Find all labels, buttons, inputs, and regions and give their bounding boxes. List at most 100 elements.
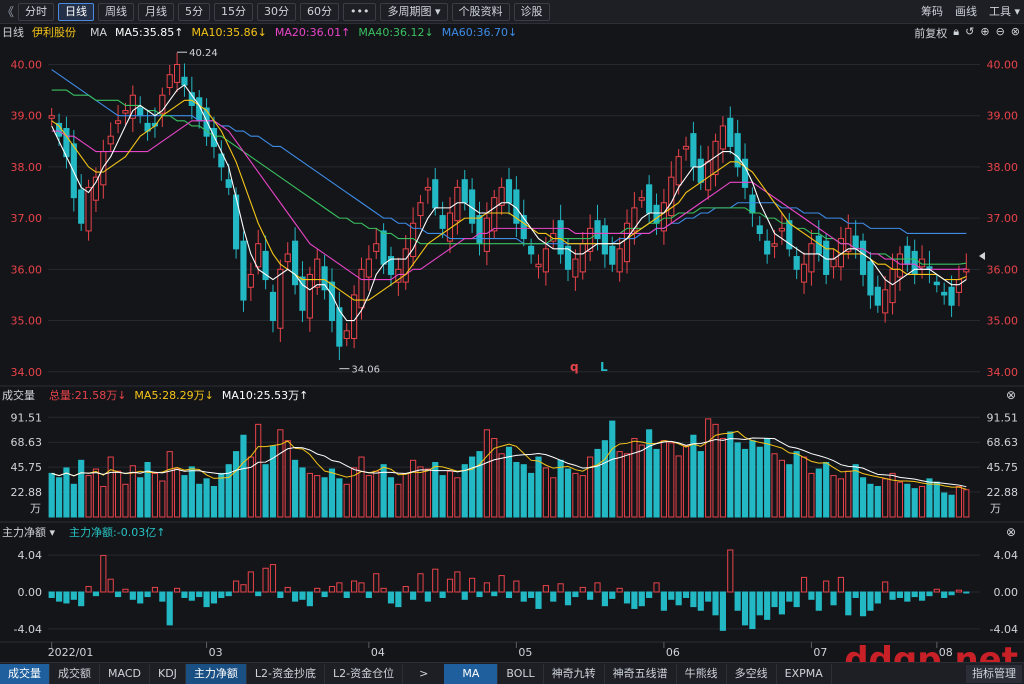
flow-bar: [129, 591, 136, 600]
volume-bar: [122, 483, 129, 518]
candle-body: [402, 248, 409, 283]
overlay-tab[interactable]: EXPMA: [777, 663, 832, 684]
volume-bar: [682, 445, 690, 518]
price-tick-left: 35.00: [11, 315, 43, 328]
candle-body: [882, 289, 889, 314]
volume-bar: [469, 456, 476, 518]
flow-close-icon[interactable]: ⊗: [1006, 525, 1016, 539]
candle-body: [373, 243, 380, 252]
price-tick-left: 34.00: [11, 366, 43, 379]
indicator-tab[interactable]: MACD: [100, 663, 150, 684]
tab-daily[interactable]: 日线: [58, 2, 95, 21]
flow-bar: [387, 591, 395, 604]
flow-bar: [483, 582, 490, 593]
indicator-tab[interactable]: 成交量: [0, 663, 50, 684]
indicator-tab[interactable]: L2-资金仓位: [325, 663, 404, 684]
draw-line-button[interactable]: 画线: [955, 3, 977, 19]
flow-bar: [579, 586, 586, 593]
indicator-tab[interactable]: 主力净额: [185, 663, 247, 684]
volume-bar: [601, 440, 608, 518]
kline-chart[interactable]: 40.00 40.00 39.00 39.00 38.00 38.00 37.00 37.00…: [0, 24, 1024, 662]
collapse-icon[interactable]: 《: [2, 3, 14, 20]
indicator-tabs-left: 成交量 成交额 MACD KDJ 主力净额 L2-资金抄底 L2-资金仓位: [0, 663, 404, 684]
flow-bar: [461, 591, 468, 600]
candle-body: [314, 258, 321, 288]
volume-tick-right: 68.63: [987, 436, 1019, 449]
volume-bar: [845, 470, 852, 518]
diagnose-button[interactable]: 诊股: [513, 2, 550, 21]
flow-bar: [690, 591, 697, 608]
overlay-tab[interactable]: MA: [444, 663, 499, 684]
flow-bar: [874, 591, 881, 604]
flow-bar: [734, 591, 741, 611]
volume-bar: [867, 483, 874, 518]
overlay-tab[interactable]: BOLL: [498, 663, 544, 684]
flow-bar: [292, 591, 299, 602]
overlay-tab[interactable]: 牛熊线: [677, 663, 727, 684]
indicator-tab[interactable]: KDJ: [150, 663, 186, 684]
indicator-manage-button[interactable]: 指标管理: [966, 665, 1022, 683]
volume-bar: [955, 485, 963, 518]
flow-bar: [749, 591, 756, 630]
volume-bar: [837, 478, 845, 518]
flow-bar: [122, 588, 129, 593]
volume-tick-left: 68.63: [11, 436, 43, 449]
volume-bar: [299, 467, 306, 518]
flow-bar: [92, 591, 100, 597]
tab-5min[interactable]: 5分: [178, 2, 211, 21]
overlay-tab[interactable]: 多空线: [727, 663, 777, 684]
price-tick-right: 39.00: [987, 110, 1019, 123]
volume-bar: [233, 451, 240, 518]
candle-body: [439, 215, 446, 229]
overlay-tab[interactable]: 神奇九转: [544, 663, 605, 684]
flow-bar: [911, 591, 918, 598]
tab-60min[interactable]: 60分: [300, 2, 340, 21]
flow-bar: [756, 591, 763, 616]
flow-bar: [823, 580, 830, 593]
flow-bar: [225, 591, 232, 597]
tab-weekly[interactable]: 周线: [98, 2, 135, 21]
price-tick-right: 34.00: [987, 366, 1019, 379]
indicator-tab[interactable]: L2-资金抄底: [247, 663, 326, 684]
volume-bar: [277, 429, 284, 518]
volume-bar: [771, 453, 778, 518]
volume-bar: [579, 475, 586, 518]
tab-intraday[interactable]: 分时: [18, 2, 55, 21]
tools-menu[interactable]: 工具 ▾: [989, 3, 1020, 19]
flow-bar: [778, 591, 785, 615]
more-button[interactable]: •••: [343, 2, 377, 21]
flow-bar: [196, 591, 203, 598]
flow-bar: [188, 591, 195, 601]
volume-bar: [882, 478, 889, 518]
flow-bar: [424, 591, 431, 602]
volume-close-icon[interactable]: ⊗: [1006, 388, 1016, 402]
more-tabs-arrow[interactable]: >: [403, 667, 444, 680]
tab-monthly[interactable]: 月线: [138, 2, 175, 21]
multi-period-menu[interactable]: 多周期图 ▾: [380, 2, 448, 21]
flow-bar: [616, 587, 623, 593]
volume-bar: [542, 467, 549, 518]
indicator-tab[interactable]: 成交额: [50, 663, 100, 684]
candle-body: [122, 110, 129, 114]
volume-bar: [859, 477, 867, 518]
flow-bar: [557, 583, 564, 593]
volume-bar: [159, 480, 166, 518]
tab-30min[interactable]: 30分: [257, 2, 297, 21]
volume-bar: [564, 468, 572, 518]
candle-body: [601, 225, 608, 255]
flow-bar: [793, 591, 800, 608]
volume-bar: [557, 459, 564, 518]
volume-bar: [328, 468, 336, 518]
volume-bar: [756, 446, 763, 518]
stock-profile-button[interactable]: 个股资料: [451, 2, 510, 21]
flow-bar: [351, 580, 358, 593]
tab-15min[interactable]: 15分: [214, 2, 254, 21]
flow-bar: [697, 591, 704, 611]
chip-button[interactable]: 筹码: [921, 3, 943, 19]
overlay-tab[interactable]: 神奇五线谱: [605, 663, 677, 684]
flow-bar: [373, 573, 380, 593]
flow-bar: [107, 578, 114, 593]
volume-bar: [852, 464, 859, 518]
candle-body: [173, 63, 181, 83]
flow-title[interactable]: 主力净额 ▾: [2, 524, 55, 540]
